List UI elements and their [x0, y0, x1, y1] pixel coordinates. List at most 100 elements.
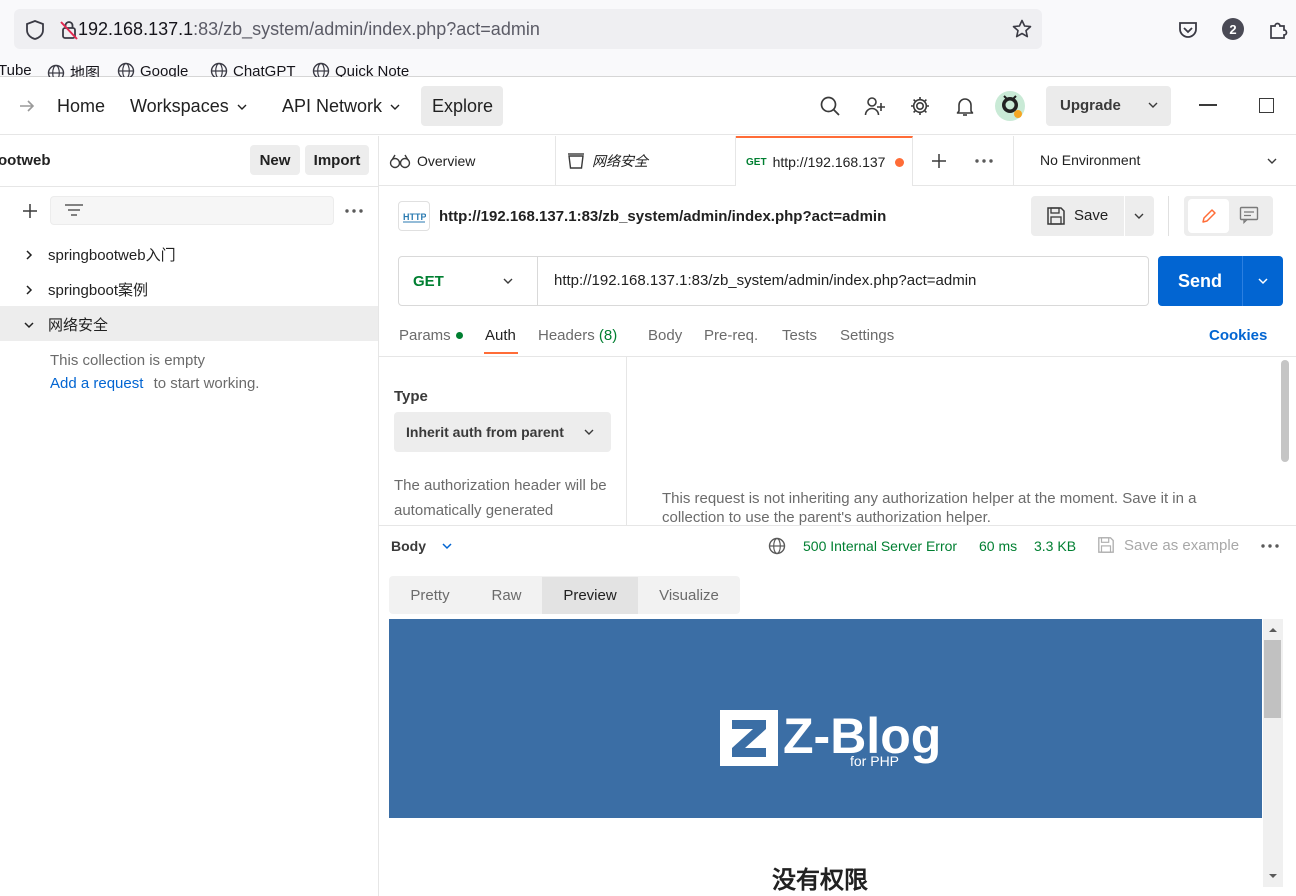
cookies-link[interactable]: Cookies — [1209, 327, 1267, 344]
request-title[interactable]: http://192.168.137.1:83/zb_system/admin/… — [439, 208, 886, 225]
tab-settings[interactable]: Settings — [840, 327, 894, 344]
response-size[interactable]: 3.3 KB — [1034, 538, 1076, 554]
preview-scrollbar-thumb[interactable] — [1264, 640, 1281, 718]
tab-collection[interactable]: 网络安全 — [556, 136, 736, 186]
response-status[interactable]: 500 Internal Server Error — [803, 538, 957, 554]
globe-icon[interactable] — [768, 537, 786, 555]
tabs-more-icon[interactable] — [974, 158, 994, 164]
notifications-bell-icon[interactable] — [954, 95, 976, 117]
filter-icon[interactable] — [64, 202, 84, 220]
nav-api-network-label: API Network — [282, 96, 383, 116]
tab-raw[interactable]: Raw — [471, 577, 542, 614]
forward-arrow-icon[interactable] — [18, 97, 36, 115]
save-icon[interactable] — [1046, 206, 1066, 226]
send-options-chevron-icon[interactable] — [1256, 274, 1270, 288]
new-button[interactable]: New — [250, 145, 300, 175]
tab-auth[interactable]: Auth — [485, 327, 516, 344]
active-tab-underline — [484, 352, 518, 354]
shield-icon[interactable] — [24, 19, 46, 41]
more-options-icon[interactable] — [344, 208, 364, 214]
chevron-down-icon[interactable] — [1265, 154, 1279, 168]
unsaved-dot — [894, 157, 904, 167]
chevron-down-icon[interactable] — [501, 274, 515, 288]
filter-input[interactable] — [50, 196, 334, 225]
tab-overview-label: Overview — [417, 153, 476, 169]
new-tab-plus-icon[interactable] — [930, 152, 948, 170]
tab-headers[interactable]: Headers (8) — [538, 327, 617, 344]
start-working-text: to start working. — [153, 375, 260, 392]
chevron-down-icon[interactable] — [440, 539, 454, 553]
save-button[interactable]: Save — [1074, 207, 1108, 224]
chevron-down-icon — [22, 318, 36, 332]
tab-params[interactable]: Params — [399, 327, 463, 344]
search-icon[interactable] — [819, 95, 841, 117]
response-more-icon[interactable] — [1260, 543, 1280, 549]
tab-visualize[interactable]: Visualize — [638, 577, 740, 614]
tab-pretty[interactable]: Pretty — [389, 577, 471, 614]
auth-type-value: Inherit auth from parent — [406, 424, 564, 440]
tab-headers-label: Headers — [538, 327, 595, 344]
insecure-lock-icon[interactable] — [58, 19, 80, 41]
chevron-down-icon — [388, 100, 402, 114]
preview-heading: 没有权限 — [772, 867, 868, 894]
pocket-icon[interactable] — [1177, 18, 1199, 40]
comment-icon[interactable] — [1239, 206, 1259, 224]
settings-gear-icon[interactable] — [909, 95, 931, 117]
auth-message: This request is not inheriting any autho… — [662, 490, 1197, 525]
collection-item[interactable]: springboot案例 — [22, 279, 148, 300]
overview-icon — [389, 153, 411, 169]
send-button[interactable]: Send — [1178, 271, 1222, 292]
tab-overview[interactable]: Overview — [379, 136, 556, 186]
divider — [626, 357, 627, 525]
method-select[interactable]: GET — [413, 273, 444, 290]
tab-preview[interactable]: Preview — [542, 577, 638, 614]
notification-count-badge[interactable]: 2 — [1222, 18, 1244, 40]
collection-item[interactable]: springbootweb入门 — [22, 244, 176, 265]
response-time[interactable]: 60 ms — [979, 538, 1017, 554]
svg-text:HTTP: HTTP — [403, 212, 426, 222]
user-avatar[interactable] — [994, 90, 1026, 122]
save-as-example-button[interactable]: Save as example — [1124, 537, 1239, 554]
chevron-down-icon[interactable] — [1146, 98, 1160, 112]
auth-type-label: Type — [394, 388, 428, 405]
chevron-right-icon — [22, 248, 36, 262]
maximize-window-icon[interactable] — [1259, 98, 1274, 113]
minimize-window-icon[interactable] — [1199, 104, 1217, 106]
scroll-up-icon[interactable] — [1268, 626, 1278, 634]
collection-item[interactable]: 网络安全 — [22, 314, 108, 335]
tab-active-request[interactable]: GET http://192.168.137 — [736, 136, 913, 186]
nav-workspaces[interactable]: Workspaces — [130, 96, 249, 117]
tab-request-label: http://192.168.137 — [772, 154, 885, 170]
nav-home[interactable]: Home — [57, 96, 105, 117]
tab-tests[interactable]: Tests — [782, 327, 817, 344]
collection-label: springbootweb入门 — [48, 247, 176, 264]
chevron-down-icon — [582, 425, 596, 439]
zblog-logo-mark — [720, 710, 778, 766]
url-text[interactable]: 192.168.137.1:83/zb_system/admin/index.p… — [78, 19, 540, 40]
import-button[interactable]: Import — [305, 145, 369, 175]
save-options-chevron-icon[interactable] — [1132, 209, 1146, 223]
collection-label: 网络安全 — [48, 317, 109, 334]
url-input[interactable]: http://192.168.137.1:83/zb_system/admin/… — [554, 272, 976, 289]
scroll-down-icon[interactable] — [1268, 872, 1278, 880]
http-icon: HTTP — [398, 201, 430, 231]
add-request-link[interactable]: Add a request — [50, 375, 143, 392]
add-collection-icon[interactable] — [21, 202, 39, 220]
environment-select[interactable]: No Environment — [1040, 152, 1140, 168]
bookmark-star-icon[interactable] — [1011, 18, 1033, 40]
tab-body[interactable]: Body — [648, 327, 682, 344]
invite-user-icon[interactable] — [864, 95, 886, 117]
divider — [1124, 196, 1125, 236]
chevron-right-icon — [22, 283, 36, 297]
edit-pencil-icon[interactable] — [1188, 199, 1229, 233]
nav-api-network[interactable]: API Network — [282, 96, 402, 117]
chevron-down-icon — [235, 100, 249, 114]
zblog-logo-subtitle: for PHP — [850, 753, 900, 769]
params-indicator-dot — [455, 332, 463, 339]
extensions-icon[interactable] — [1267, 18, 1289, 40]
auth-scrollbar[interactable] — [1281, 360, 1289, 462]
tab-prereq[interactable]: Pre-req. — [704, 327, 758, 344]
response-body-label[interactable]: Body — [391, 538, 426, 554]
workspace-name: ootweb — [0, 152, 51, 169]
divider — [0, 186, 378, 187]
